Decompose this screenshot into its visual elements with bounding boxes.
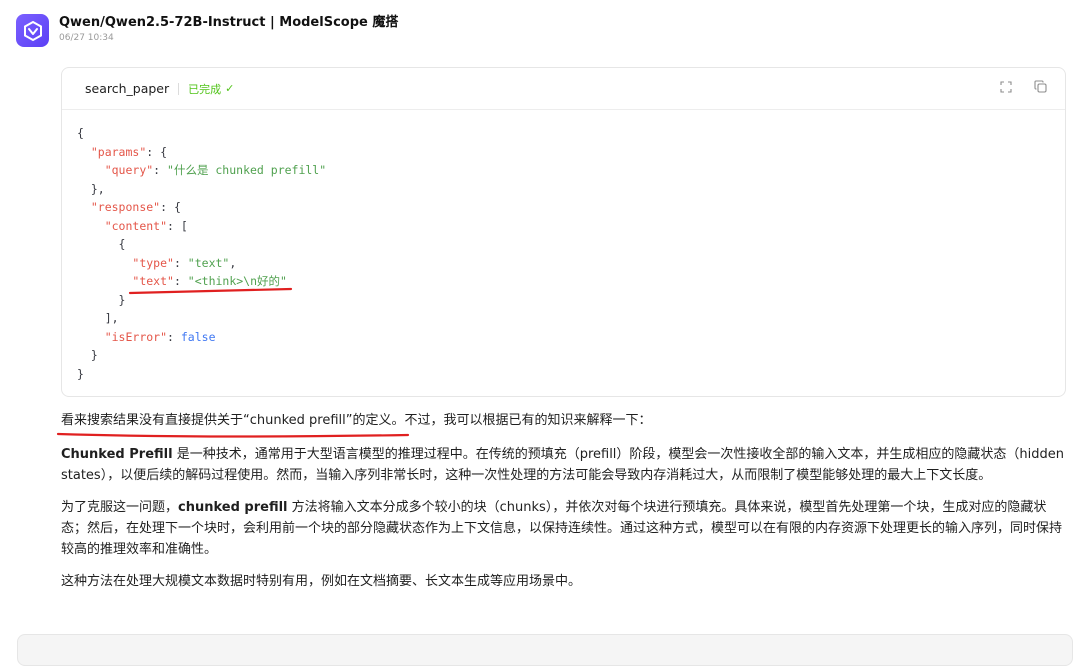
fullscreen-icon[interactable]: [1000, 80, 1012, 93]
tool-call-header[interactable]: search_paper 已完成 ✓: [62, 68, 1065, 110]
message-timestamp: 06/27 10:34: [59, 33, 114, 43]
model-title: Qwen/Qwen2.5-72B-Instruct | ModelScope 魔…: [59, 15, 399, 30]
modelscope-logo-icon: [16, 14, 49, 47]
json-code-block: { "params": { "query": "什么是 chunked pref…: [77, 126, 327, 381]
answer-intro: 看来搜索结果没有直接提供关于“chunked prefill”的定义。不过，我可…: [61, 413, 652, 428]
chat-input-bar[interactable]: [17, 634, 1073, 666]
tool-name: search_paper: [85, 81, 170, 96]
header-divider: [178, 82, 180, 95]
answer-paragraph-method: 为了克服这一问题，chunked prefill 方法将输入文本分成多个较小的块…: [61, 500, 1063, 557]
copy-icon[interactable]: [1034, 80, 1047, 93]
message-header: Qwen/Qwen2.5-72B-Instruct | ModelScope 魔…: [16, 14, 398, 47]
status-label: 已完成: [188, 82, 222, 96]
tool-call-card: search_paper 已完成 ✓ { "params": { "query"…: [61, 67, 1066, 397]
check-icon: ✓: [225, 82, 235, 95]
assistant-answer: 看来搜索结果没有直接提供关于“chunked prefill”的定义。不过，我可…: [61, 410, 1064, 592]
red-underline-code: [128, 287, 293, 295]
answer-paragraph-definition: Chunked Prefill 是一种技术，通常用于大型语言模型的推理过程中。在…: [61, 447, 1065, 483]
answer-paragraph-usage: 这种方法在处理大规模文本数据时特别有用，例如在文档摘要、长文本生成等应用场景中。: [61, 574, 582, 589]
